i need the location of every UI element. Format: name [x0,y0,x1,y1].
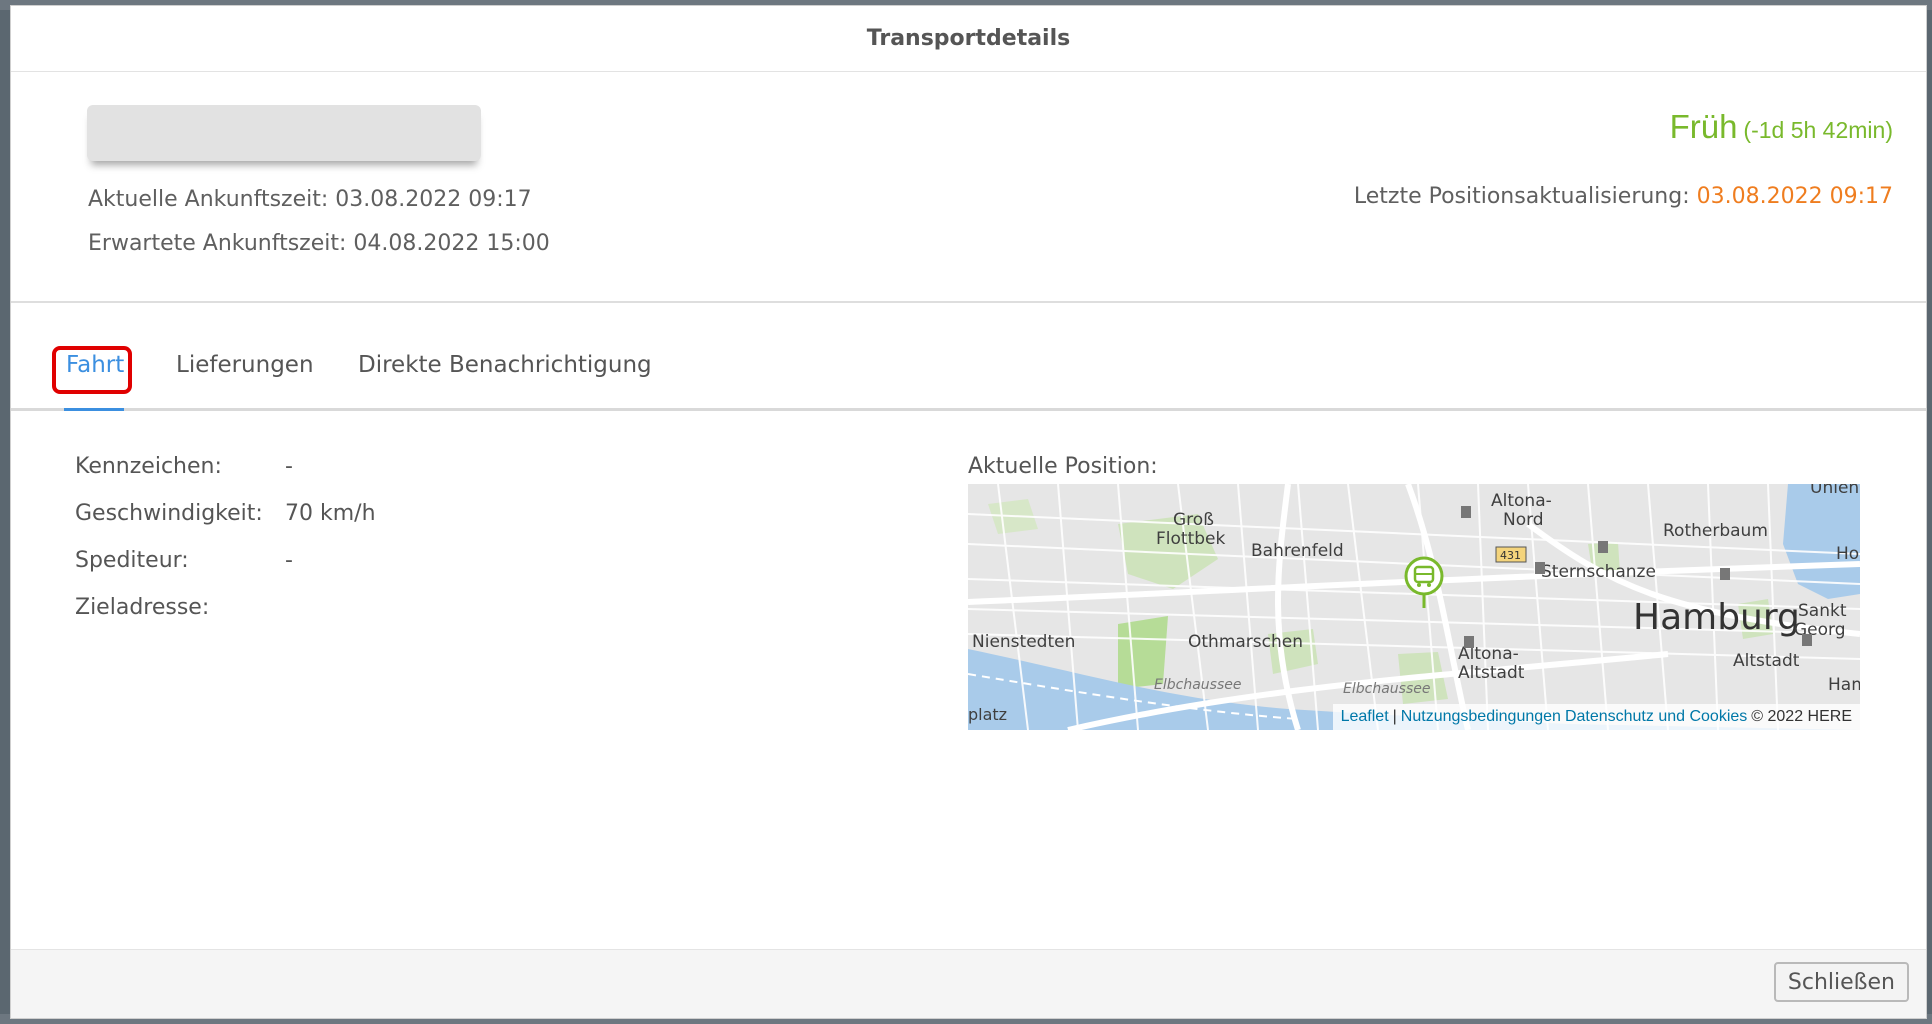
actual-arrival-label: Aktuelle Ankunftszeit: [88,187,329,212]
transport-details-modal: Transportdetails Aktuelle Ankunftszeit: … [10,5,1927,1019]
modal-title: Transportdetails [866,26,1071,51]
actual-arrival: Aktuelle Ankunftszeit: 03.08.2022 09:17 [88,187,532,212]
map-label: Aktuelle Position: [968,454,1158,479]
tab-highlight-frame [52,346,132,394]
expected-arrival-label: Erwartete Ankunftszeit: [88,231,347,256]
map-label-uhlenhorst: Uhlenh [1810,484,1860,498]
map-label-gross-flottbek: Groß [1173,510,1214,530]
close-button[interactable]: Schließen [1773,962,1909,1002]
map-attribution: Leaflet | Nutzungsbedingungen Datenschut… [1332,704,1860,730]
last-position-update: Letzte Positionsaktualisierung: 03.08.20… [1354,184,1893,209]
map-label-nienstedten: Nienstedten [972,632,1075,652]
expected-arrival: Erwartete Ankunftszeit: 04.08.2022 15:00 [88,231,550,256]
speed-value: 70 km/h [285,501,376,526]
arrival-status-detail: (-1d 5h 42min) [1743,117,1893,143]
last-position-value: 03.08.2022 09:17 [1696,184,1893,209]
position-map[interactable]: Altona- Nord Uhlenh Groß Flottbek Bahren… [968,484,1860,730]
tab-bar: Fahrt Lieferungen Direkte Benachrichtigu… [11,336,1926,411]
map-label-altona-nord: Altona- [1491,491,1552,511]
map-label-hamburg: Hamburg [1633,597,1800,638]
tab-lieferungen[interactable]: Lieferungen [176,352,314,378]
license-plate-label: Kennzeichen: [75,454,222,479]
attribution-separator: | [1392,708,1397,725]
map-label-ham: Ham [1828,675,1860,695]
map-label-ho: Ho [1836,544,1859,564]
speed-label: Geschwindigkeit: [75,501,263,526]
map-label-altstadt: Altstadt [1733,651,1800,671]
map-label-platz: platz [968,705,1007,724]
map-label-gross-flottbek-2: Flottbek [1156,529,1225,549]
actual-arrival-value: 03.08.2022 09:17 [335,187,532,212]
map-copyright: © 2022 HERE [1751,708,1852,725]
map-label-othmarschen: Othmarschen [1188,632,1303,652]
destination-label: Zieladresse: [75,595,210,620]
modal-footer: Schließen [11,949,1926,1018]
tab-direkte-benachrichtigung[interactable]: Direkte Benachrichtigung [358,352,652,378]
map-label-altona-altstadt-2: Altstadt [1458,663,1525,683]
license-plate-value: - [285,454,293,479]
road-shield-label: 431 [1500,549,1521,562]
map-label-sternschanze: Sternschanze [1541,562,1656,582]
map-label-rotherbaum: Rotherbaum [1663,521,1768,541]
terms-link[interactable]: Nutzungsbedingungen [1401,708,1561,726]
leaflet-link[interactable]: Leaflet [1341,708,1389,726]
carrier-label: Spediteur: [75,548,189,573]
map-label-elbchaussee: Elbchaussee [1154,677,1241,693]
map-label-sankt-georg-2: Georg [1794,620,1846,640]
map-label-sankt-georg: Sankt [1798,601,1847,621]
expected-arrival-value: 04.08.2022 15:00 [353,231,550,256]
map-label-bahrenfeld: Bahrenfeld [1251,541,1344,561]
arrival-status: Früh (-1d 5h 42min) [1670,108,1893,146]
last-position-label: Letzte Positionsaktualisierung: [1353,184,1690,209]
arrival-status-label: Früh [1669,108,1738,145]
road-shield-icon: 431 [1495,546,1527,563]
map-label-altona-nord-2: Nord [1503,510,1544,530]
active-tab-indicator [64,408,124,411]
carrier-value: - [285,548,293,573]
map-tiles: Altona- Nord Uhlenh Groß Flottbek Bahren… [968,484,1860,730]
modal-header: Transportdetails [11,6,1926,72]
redacted-transport-id [87,105,481,161]
map-label-elbchaussee-2: Elbchaussee [1343,681,1430,697]
privacy-link[interactable]: Datenschutz und Cookies [1565,708,1747,726]
transport-summary: Aktuelle Ankunftszeit: 03.08.2022 09:17 … [11,72,1926,303]
